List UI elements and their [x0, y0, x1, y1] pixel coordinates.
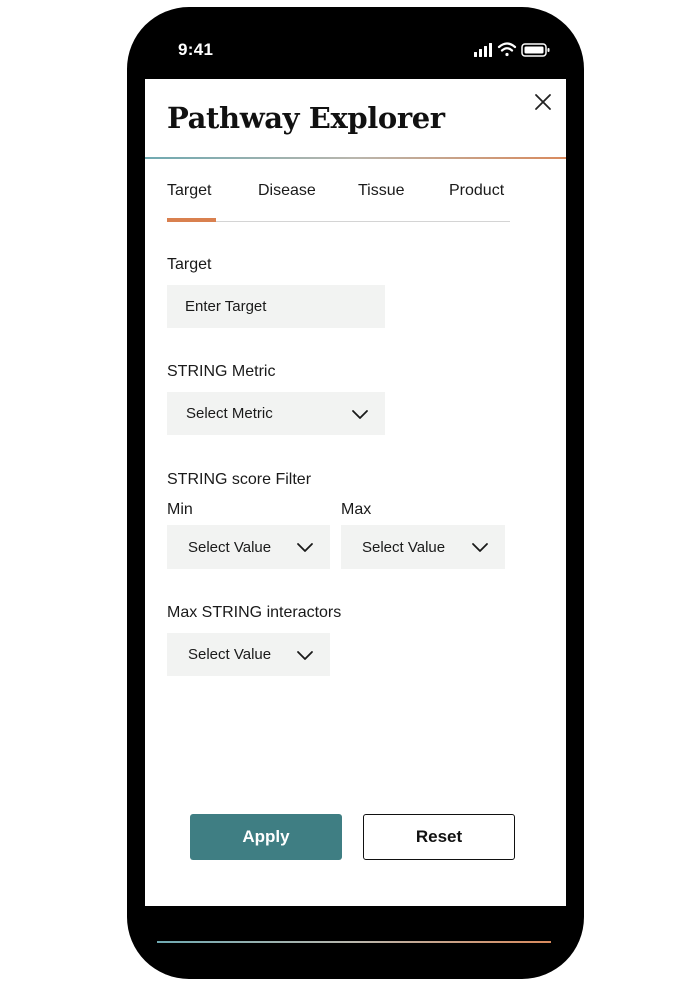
max-interactors-label: Max STRING interactors — [167, 604, 342, 621]
home-indicator-line — [157, 941, 551, 943]
string-metric-label: STRING Metric — [167, 363, 276, 380]
tab-tissue[interactable]: Tissue — [358, 182, 405, 200]
active-tab-indicator — [167, 218, 216, 222]
tab-bar: Target Disease Tissue Product — [167, 173, 510, 222]
min-label: Min — [167, 501, 193, 518]
chevron-down-icon — [297, 650, 313, 660]
cellular-signal-icon — [474, 43, 492, 57]
min-value-select[interactable]: Select Value — [167, 525, 330, 569]
tab-target[interactable]: Target — [167, 182, 211, 200]
max-value: Select Value — [362, 538, 446, 556]
min-value: Select Value — [188, 538, 272, 556]
max-interactors-value: Select Value — [188, 646, 272, 663]
page-title: Pathway Explorer — [167, 101, 445, 135]
reset-button[interactable]: Reset — [363, 814, 515, 860]
wifi-icon — [497, 42, 517, 57]
string-metric-select[interactable]: Select Metric — [167, 392, 385, 435]
max-value-select[interactable]: Select Value — [341, 525, 505, 569]
tab-disease[interactable]: Disease — [258, 182, 316, 200]
chevron-down-icon — [297, 543, 313, 552]
close-icon — [535, 94, 551, 110]
close-button[interactable] — [531, 90, 555, 114]
apply-button[interactable]: Apply — [190, 814, 342, 860]
max-label: Max — [341, 501, 372, 518]
status-icons — [474, 42, 550, 57]
title-divider — [145, 157, 566, 159]
status-time: 9:41 — [178, 40, 214, 59]
string-metric-value: Select Metric — [186, 405, 273, 422]
score-filter-label: STRING score Filter — [167, 471, 312, 488]
chevron-down-icon — [472, 543, 488, 552]
target-label: Target — [167, 256, 212, 273]
max-interactors-select[interactable]: Select Value — [167, 633, 330, 676]
target-input[interactable] — [167, 285, 385, 328]
chevron-down-icon — [352, 409, 368, 419]
tab-product[interactable]: Product — [449, 182, 504, 200]
battery-icon — [521, 43, 550, 57]
